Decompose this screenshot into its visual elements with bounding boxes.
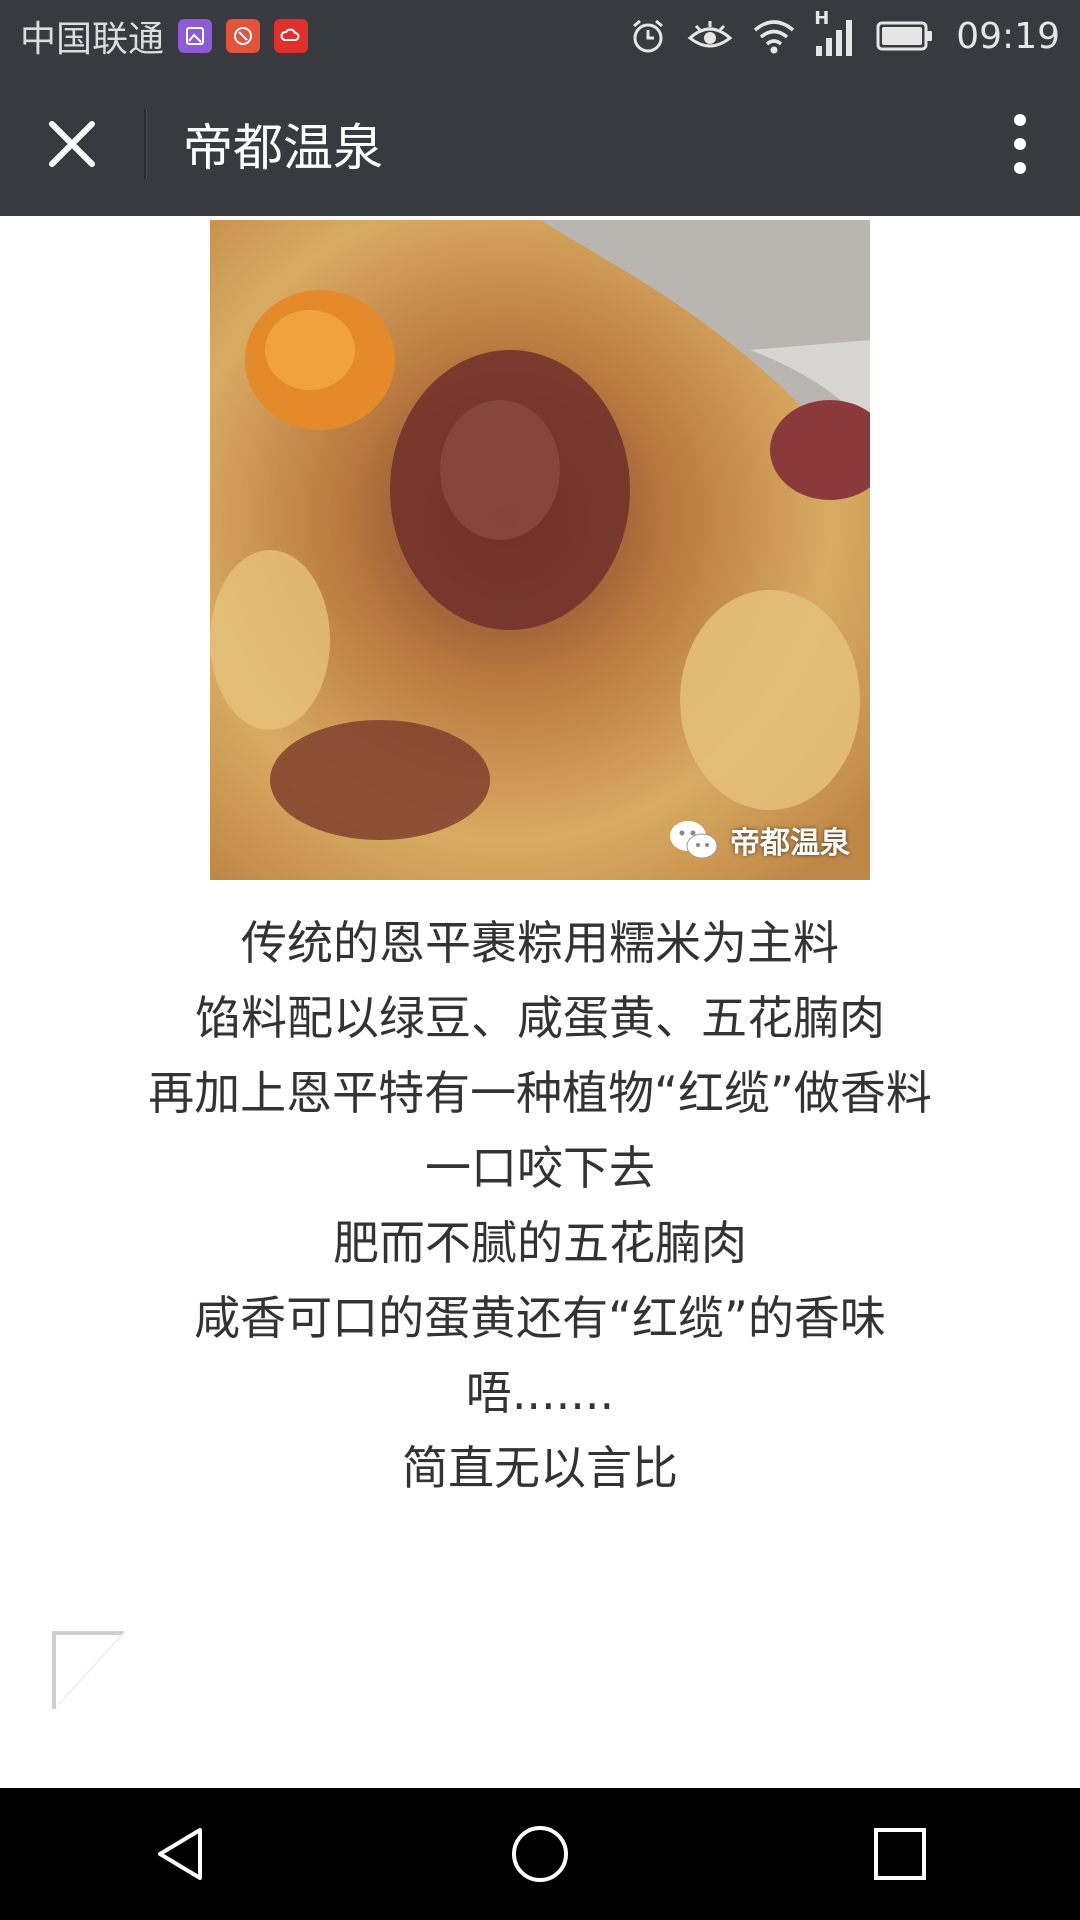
carrier-label: 中国联通 xyxy=(20,19,165,60)
page-title: 帝都温泉 xyxy=(183,119,383,177)
article-line: 唔....... xyxy=(465,1366,615,1420)
article-line: 馅料配以绿豆、咸蛋黄、五花腩肉 xyxy=(195,991,885,1045)
status-bar: 中国联通 H 09:19 xyxy=(0,0,1080,72)
close-button[interactable] xyxy=(0,72,144,216)
watermark-text: 帝都温泉 xyxy=(730,826,850,861)
more-options-button[interactable] xyxy=(960,72,1080,216)
article-line: 一口咬下去 xyxy=(425,1141,655,1195)
home-circle-icon xyxy=(512,1826,568,1882)
navigation-bar xyxy=(0,1788,1080,1920)
article-line: 传统的恩平裹粽用糯米为主料 xyxy=(241,916,839,970)
title-bar: 帝都温泉 xyxy=(0,72,1080,216)
more-vertical-icon xyxy=(1014,114,1026,174)
alarm-icon xyxy=(633,19,664,53)
article-text: 传统的恩平裹粽用糯米为主料 馅料配以绿豆、咸蛋黄、五花腩肉 再加上恩平特有一种植… xyxy=(0,906,1080,1506)
article-line: 肥而不腻的五花腩肉 xyxy=(333,1216,747,1270)
article-line: 简直无以言比 xyxy=(402,1441,678,1495)
gallery-app-icon xyxy=(178,19,213,53)
tools-app-icon xyxy=(226,19,261,53)
article-line: 咸香可口的蛋黄还有“红缆”的香味 xyxy=(194,1291,886,1345)
title-divider xyxy=(144,109,147,179)
watermark: 帝都温泉 xyxy=(668,818,850,862)
page-corner-mark xyxy=(52,1631,125,1709)
clock: 09:19 xyxy=(956,15,1060,57)
recents-button[interactable] xyxy=(820,1788,980,1920)
recents-square-icon xyxy=(874,1828,926,1880)
home-button[interactable] xyxy=(460,1788,620,1920)
article-content: 帝都温泉 传统的恩平裹粽用糯米为主料 馅料配以绿豆、咸蛋黄、五花腩肉 再加上恩平… xyxy=(0,216,1080,1788)
cloud-app-icon xyxy=(274,19,309,53)
close-icon xyxy=(49,121,95,167)
zongzi-photo[interactable]: 帝都温泉 xyxy=(210,220,870,880)
signal-icon: H xyxy=(814,8,858,60)
wechat-icon xyxy=(670,821,718,859)
status-icons: H 09:19 xyxy=(628,0,1060,72)
battery-icon xyxy=(876,21,933,51)
eye-comfort-icon xyxy=(687,21,733,48)
back-triangle-icon xyxy=(158,1828,202,1880)
article-line: 再加上恩平特有一种植物“红缆”做香料 xyxy=(148,1066,932,1120)
back-button[interactable] xyxy=(100,1788,260,1920)
wifi-icon xyxy=(754,20,795,54)
